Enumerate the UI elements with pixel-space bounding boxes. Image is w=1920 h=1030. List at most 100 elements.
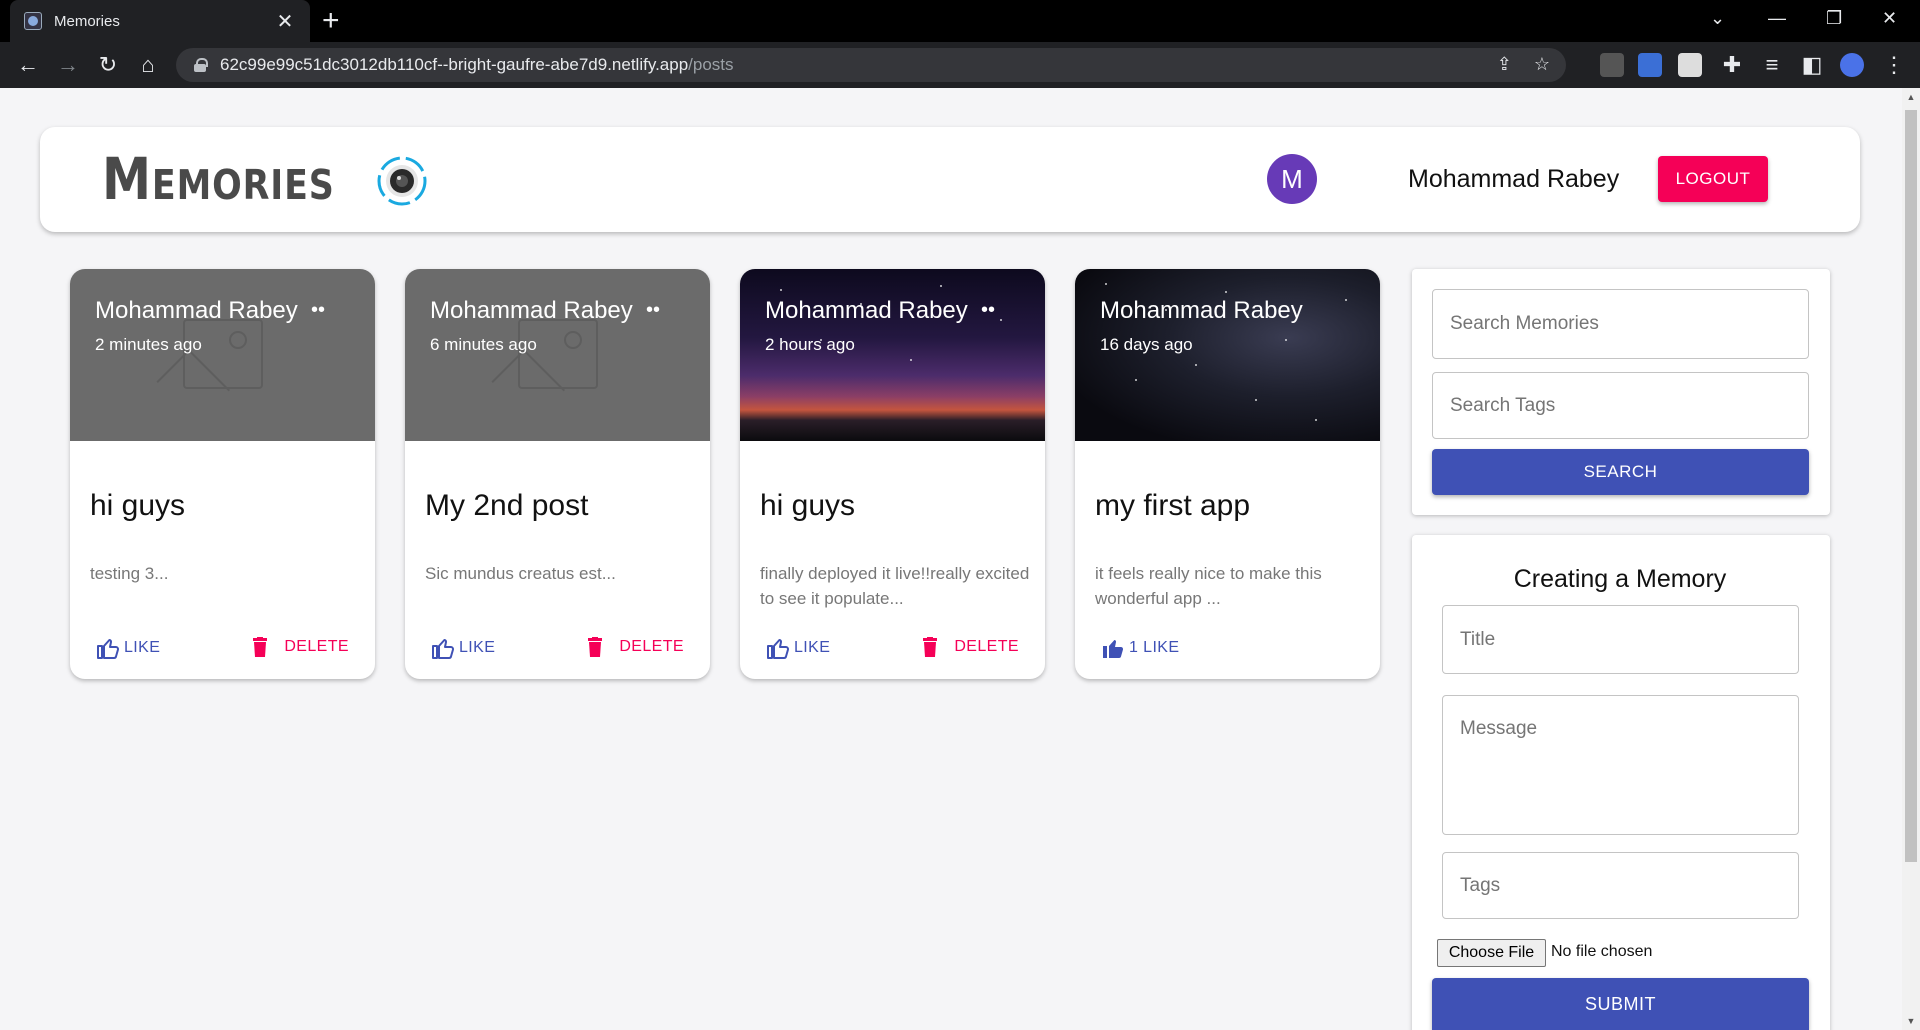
choose-file-button[interactable]: Choose File [1437,939,1546,967]
reload-icon[interactable]: ↻ [94,51,122,79]
url-host: 62c99e99c51dc3012db110cf--bright-gaufre-… [220,55,689,74]
star-dot [910,359,912,361]
post-message: finally deployed it live!!really excited… [760,564,1030,608]
star-dot [940,285,942,287]
brand-title[interactable]: Memories [102,149,335,209]
post-time: 16 days ago [1100,335,1193,354]
restore-icon[interactable]: ❐ [1826,8,1842,29]
star-icon[interactable]: ☆ [1534,54,1550,75]
extensions-icon[interactable]: ✚ [1718,51,1746,79]
post-message: it feels really nice to make this wonder… [1095,564,1322,608]
thumb-up-outline-icon [767,639,790,659]
post-image [405,269,710,441]
post-image [1075,269,1380,441]
star-dot [1135,379,1137,381]
post-card[interactable]: Mohammad Rabey 16 days ago my first app … [1075,269,1380,679]
delete-button[interactable]: DELETE [252,637,349,657]
post-card[interactable]: Mohammad Rabey •• 2 minutes ago hi guys … [70,269,375,679]
browser-tab[interactable]: Memories ✕ [10,0,310,42]
delete-button[interactable]: DELETE [922,637,1019,657]
favicon-icon [24,12,42,30]
form-title: Creating a Memory [1513,565,1727,593]
browser-toolbar: ← → ↻ ⌂ 62c99e99c51dc3012db110cf--bright… [0,42,1920,88]
extension-icon[interactable] [1678,53,1702,77]
scroll-down-icon[interactable]: ▼ [1906,1016,1916,1026]
submit-button[interactable]: SUBMIT [1432,978,1809,1030]
title-field[interactable] [1442,605,1799,674]
scroll-up-icon[interactable]: ▲ [1906,92,1916,102]
share-icon[interactable]: ⇪ [1497,54,1512,75]
more-options-icon[interactable]: •• [646,299,660,322]
delete-label: DELETE [954,638,1019,655]
scrollbar-thumb[interactable] [1905,110,1917,862]
post-author: Mohammad Rabey [430,297,633,324]
home-icon[interactable]: ⌂ [134,51,162,79]
forward-arrow-icon[interactable]: → [54,51,82,79]
scrollbar[interactable]: ▲ ▼ [1902,88,1920,1030]
star-dot [1225,291,1227,293]
post-author: Mohammad Rabey [765,297,968,324]
thumb-up-outline-icon [97,639,120,659]
message-field[interactable] [1442,695,1799,835]
like-button[interactable]: LIKE [96,637,160,659]
delete-label: DELETE [284,638,349,655]
app-bar: Memories M Mohammad Rabey LOGOUT [40,127,1860,232]
side-panel-icon[interactable]: ◧ [1798,51,1826,79]
url-path: /posts [688,55,734,74]
star-dot [1285,339,1287,341]
like-label: LIKE [794,639,831,656]
like-button[interactable]: LIKE [766,637,830,659]
logout-button[interactable]: LOGOUT [1658,156,1768,202]
search-button[interactable]: SEARCH [1432,449,1809,495]
camera-lens-icon [377,156,427,206]
star-dot [1105,283,1107,285]
minimize-icon[interactable]: — [1768,8,1786,29]
post-author: Mohammad Rabey [95,297,298,324]
post-image [70,269,375,441]
post-card[interactable]: Mohammad Rabey •• 6 minutes ago My 2nd p… [405,269,710,679]
star-dot [780,289,782,291]
tab-title: Memories [54,12,120,30]
avatar[interactable]: M [1267,154,1317,204]
star-dot [1345,299,1347,301]
trash-icon [923,637,938,657]
more-options-icon[interactable]: •• [311,299,325,322]
post-card[interactable]: Mohammad Rabey •• 2 hours ago hi guys fi… [740,269,1045,679]
post-image [740,269,1045,441]
browser-tab-bar: Memories ✕ + ⌄ — ❐ ✕ [0,0,1920,42]
like-button[interactable]: LIKE [431,637,495,659]
menu-icon[interactable]: ⋮ [1880,51,1908,79]
back-arrow-icon[interactable]: ← [14,51,42,79]
address-bar[interactable]: 62c99e99c51dc3012db110cf--bright-gaufre-… [176,48,1566,82]
profile-icon[interactable] [1840,53,1864,77]
extension-icon[interactable] [1600,53,1624,77]
lock-icon[interactable] [194,58,208,72]
thumb-up-filled-icon [1103,640,1124,658]
file-status: No file chosen [1551,943,1653,960]
close-window-icon[interactable]: ✕ [1882,8,1897,29]
post-title: hi guys [90,489,186,522]
more-options-icon[interactable]: •• [981,299,995,322]
like-label: LIKE [124,639,161,656]
post-title: hi guys [760,489,856,522]
tags-field[interactable] [1442,852,1799,919]
username: Mohammad Rabey [1408,165,1620,193]
star-dot [1255,399,1257,401]
reading-list-icon[interactable]: ≡ [1758,51,1786,79]
like-label: 1 LIKE [1129,639,1180,656]
star-dot [1000,319,1002,321]
post-author: Mohammad Rabey [1100,297,1303,324]
close-tab-icon[interactable]: ✕ [274,9,296,34]
tab-search-icon[interactable]: ⌄ [1710,8,1725,29]
delete-label: DELETE [619,638,684,655]
search-memories-input[interactable] [1432,289,1809,359]
trash-icon [588,637,603,657]
post-time: 2 minutes ago [95,335,202,354]
like-button[interactable]: 1 LIKE [1101,637,1179,659]
thumb-up-outline-icon [432,639,455,659]
post-title: My 2nd post [425,489,589,522]
search-tags-input[interactable] [1432,372,1809,439]
delete-button[interactable]: DELETE [587,637,684,657]
extension-icon[interactable] [1638,53,1662,77]
new-tab-button[interactable]: + [322,6,340,36]
